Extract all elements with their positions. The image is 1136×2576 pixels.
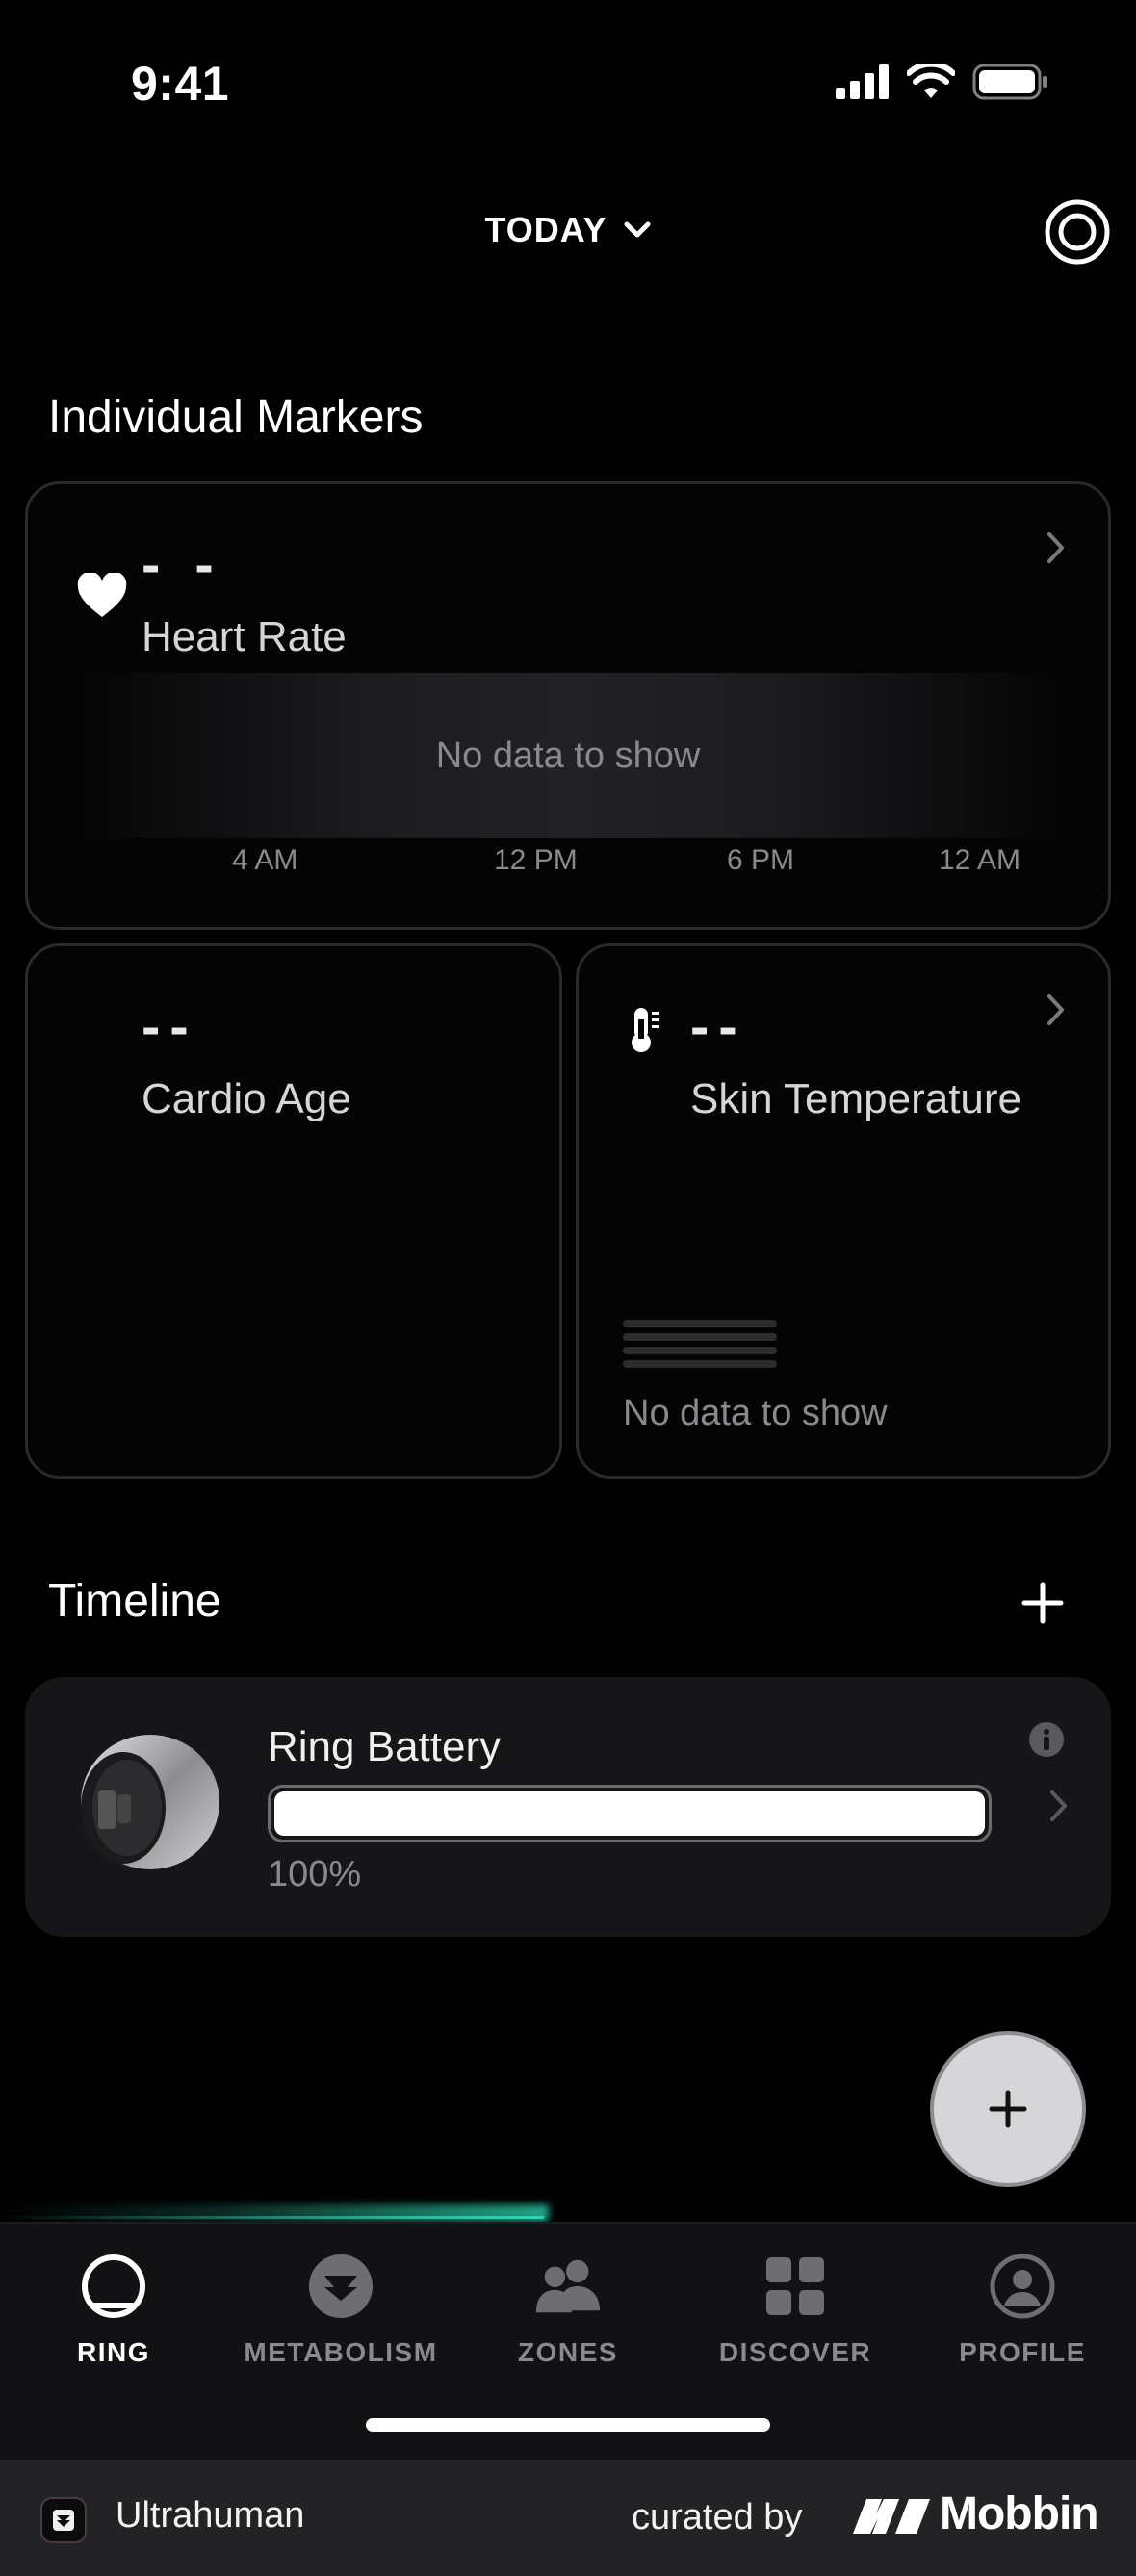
tab-label: PROFILE — [959, 2337, 1086, 2367]
heart-rate-chart-area: No data to show — [66, 673, 1070, 838]
footer-app-name: Ultrahuman — [116, 2495, 305, 2536]
heart-rate-empty-text: No data to show — [435, 734, 701, 776]
heart-rate-value: - - — [142, 533, 223, 596]
tab-label: DISCOVER — [718, 2337, 872, 2367]
chevron-right-icon — [1047, 994, 1064, 1025]
cardio-age-card[interactable]: -- Cardio Age — [25, 943, 562, 1479]
skin-temperature-value: -- — [690, 995, 747, 1058]
cellular-signal-icon — [836, 64, 889, 99]
status-time: 9:41 — [131, 57, 230, 111]
accent-glow-line — [0, 2216, 544, 2219]
axis-tick: 6 PM — [727, 844, 795, 876]
battery-status-icon — [972, 64, 1047, 100]
chevron-down-icon — [624, 221, 651, 238]
chevron-right-icon — [1047, 532, 1064, 563]
plus-icon — [989, 2090, 1027, 2128]
ring-status-icon[interactable] — [1044, 198, 1111, 266]
skin-temperature-card[interactable]: -- Skin Temperature No data to show — [576, 943, 1111, 1479]
discover-icon — [762, 2253, 829, 2320]
ring-battery-percent: 100% — [268, 1854, 362, 1894]
status-bar: 9:41 — [0, 0, 1136, 173]
ring-image-icon — [81, 1735, 219, 1869]
attribution-footer: Ultrahuman curated by Mobbin — [0, 2460, 1136, 2576]
tab-ring[interactable]: RING — [0, 2253, 227, 2368]
top-header: TODAY — [0, 193, 1136, 279]
metabolism-icon — [307, 2253, 374, 2320]
axis-tick: 12 AM — [939, 844, 1021, 876]
period-label: TODAY — [484, 210, 607, 249]
footer-brand-name: Mobbin — [940, 2488, 1099, 2539]
status-icons — [836, 64, 1049, 100]
individual-markers-title: Individual Markers — [48, 392, 424, 443]
skin-temperature-label: Skin Temperature — [690, 1075, 1022, 1122]
info-icon[interactable] — [1028, 1721, 1065, 1758]
home-indicator[interactable] — [366, 2418, 770, 2432]
axis-tick: 4 AM — [232, 844, 298, 876]
heart-icon — [77, 573, 127, 617]
chevron-right-icon — [1050, 1790, 1067, 1821]
tab-discover[interactable]: DISCOVER — [682, 2253, 909, 2368]
ring-battery-bar — [268, 1785, 992, 1842]
tab-label: METABOLISM — [244, 2337, 438, 2367]
footer-curated-by: curated by — [632, 2497, 803, 2537]
add-timeline-icon[interactable] — [1019, 1579, 1067, 1627]
ring-icon — [80, 2253, 147, 2320]
profile-icon — [989, 2253, 1056, 2320]
ring-battery-label: Ring Battery — [268, 1723, 502, 1770]
tab-label: ZONES — [518, 2337, 618, 2367]
tab-zones[interactable]: ZONES — [454, 2253, 682, 2368]
skin-temperature-placeholder-bars — [623, 1320, 777, 1368]
ring-battery-fill — [274, 1791, 985, 1836]
ring-battery-card[interactable]: Ring Battery 100% — [25, 1677, 1111, 1937]
heart-rate-label: Heart Rate — [142, 613, 347, 660]
mobbin-mark-icon — [853, 2498, 930, 2534]
axis-tick: 12 PM — [494, 844, 578, 876]
thermometer-icon — [632, 1008, 659, 1052]
cardio-age-label: Cardio Age — [142, 1075, 351, 1122]
period-selector[interactable]: TODAY — [0, 210, 1136, 250]
app-logo-icon — [40, 2497, 87, 2543]
accent-glow — [0, 2204, 549, 2222]
tab-profile[interactable]: PROFILE — [909, 2253, 1136, 2368]
heart-rate-card[interactable]: - - Heart Rate No data to show 4 AM 12 P… — [25, 481, 1111, 930]
timeline-title: Timeline — [48, 1576, 221, 1627]
mobbin-logo: Mobbin — [853, 2487, 1099, 2540]
tab-label: RING — [77, 2337, 150, 2367]
skin-temperature-empty-text: No data to show — [623, 1393, 888, 1433]
cardio-age-value: -- — [142, 995, 198, 1058]
wifi-icon — [907, 64, 955, 98]
tab-metabolism[interactable]: METABOLISM — [227, 2253, 454, 2368]
add-entry-button[interactable] — [930, 2031, 1086, 2187]
zones-icon — [534, 2253, 602, 2320]
